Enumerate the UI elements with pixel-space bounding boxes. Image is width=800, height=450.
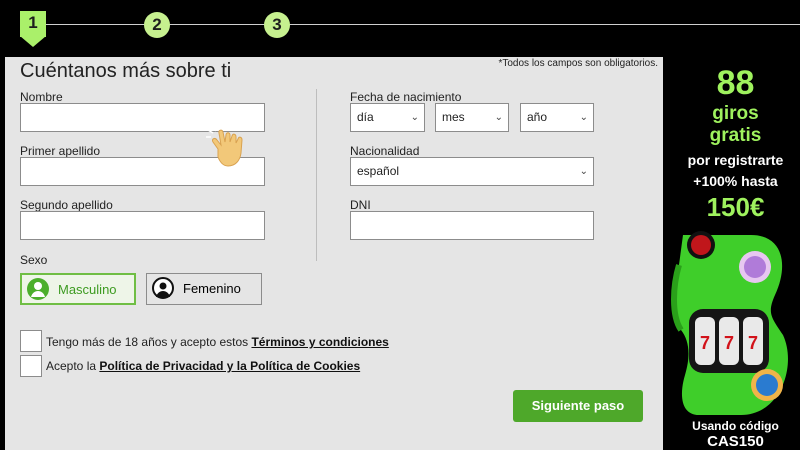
promo-code-label: Usando código	[692, 419, 779, 433]
chevron-down-icon: ⌄	[494, 112, 503, 123]
privacy-link[interactable]: Política de Privacidad y la Política de …	[99, 359, 360, 373]
promo-banner[interactable]: 88 giros gratis por registrarte +100% ha…	[671, 57, 800, 450]
terms-link[interactable]: Términos y condiciones	[251, 335, 388, 349]
dni-label: DNI	[350, 198, 371, 212]
nacionalidad-select[interactable]: español ⌄	[350, 157, 594, 186]
male-user-icon	[27, 278, 49, 300]
next-step-button[interactable]: Siguiente paso	[513, 390, 643, 422]
mes-select[interactable]: mes ⌄	[435, 103, 509, 132]
anio-select[interactable]: año ⌄	[520, 103, 594, 132]
terms-prefix: Tengo más de 18 años y acepto estos	[46, 335, 252, 349]
dia-value: día	[357, 110, 374, 124]
promo-code: Usando código CAS150	[671, 419, 800, 450]
promo-gratis: gratis	[709, 125, 762, 146]
mes-value: mes	[442, 110, 465, 124]
primer-apellido-label: Primer apellido	[20, 144, 101, 158]
gender-femenino-label: Femenino	[183, 281, 241, 296]
fecha-label: Fecha de nacimiento	[350, 90, 462, 104]
promo-hasta: +100% hasta	[693, 173, 778, 189]
required-note: *Todos los campos son obligatorios.	[498, 58, 658, 69]
sexo-label: Sexo	[20, 253, 48, 267]
step-1-pointer	[20, 36, 46, 47]
svg-text:7: 7	[724, 333, 734, 353]
nombre-label: Nombre	[20, 90, 63, 104]
promo-count: 88	[716, 64, 755, 102]
promo-code-value: CAS150	[707, 433, 764, 450]
chevron-down-icon: ⌄	[579, 166, 588, 177]
registration-form: Cuéntanos más sobre ti *Todos los campos…	[5, 57, 663, 450]
gender-femenino-button[interactable]: Femenino	[146, 273, 262, 305]
segundo-apellido-input[interactable]	[20, 211, 265, 240]
anio-value: año	[527, 110, 548, 124]
privacy-checkbox[interactable]	[20, 355, 42, 377]
svg-text:7: 7	[748, 333, 758, 353]
progress-stepper: 1 2 3	[0, 0, 800, 57]
nacionalidad-label: Nacionalidad	[350, 144, 420, 158]
step-1: 1	[20, 11, 46, 37]
gender-masculino-button[interactable]: Masculino	[20, 273, 136, 305]
terms-text: Tengo más de 18 años y acepto estos Térm…	[46, 335, 389, 349]
promo-amount: 150€	[706, 192, 765, 222]
segundo-apellido-label: Segundo apellido	[20, 198, 113, 212]
chevron-down-icon: ⌄	[410, 112, 419, 123]
privacy-text: Acepto la Política de Privacidad y la Po…	[46, 359, 360, 373]
step-3: 3	[264, 12, 290, 38]
promo-registrarte: por registrarte	[687, 152, 784, 168]
dni-input[interactable]	[350, 211, 594, 240]
form-title: Cuéntanos más sobre ti	[20, 60, 232, 82]
nacionalidad-value: español	[357, 164, 400, 178]
step-2: 2	[144, 12, 170, 38]
gender-masculino-label: Masculino	[58, 282, 117, 297]
terms-checkbox[interactable]	[20, 330, 42, 352]
dia-select[interactable]: día ⌄	[350, 103, 425, 132]
promo-slot-art: 7 7 7	[671, 231, 788, 415]
hand-pointer-icon	[205, 125, 253, 178]
privacy-prefix: Acepto la	[46, 359, 100, 373]
female-user-icon	[152, 277, 174, 299]
chevron-down-icon: ⌄	[579, 112, 588, 123]
column-divider	[316, 89, 317, 261]
promo-giros: giros	[712, 103, 759, 124]
svg-text:7: 7	[700, 333, 710, 353]
